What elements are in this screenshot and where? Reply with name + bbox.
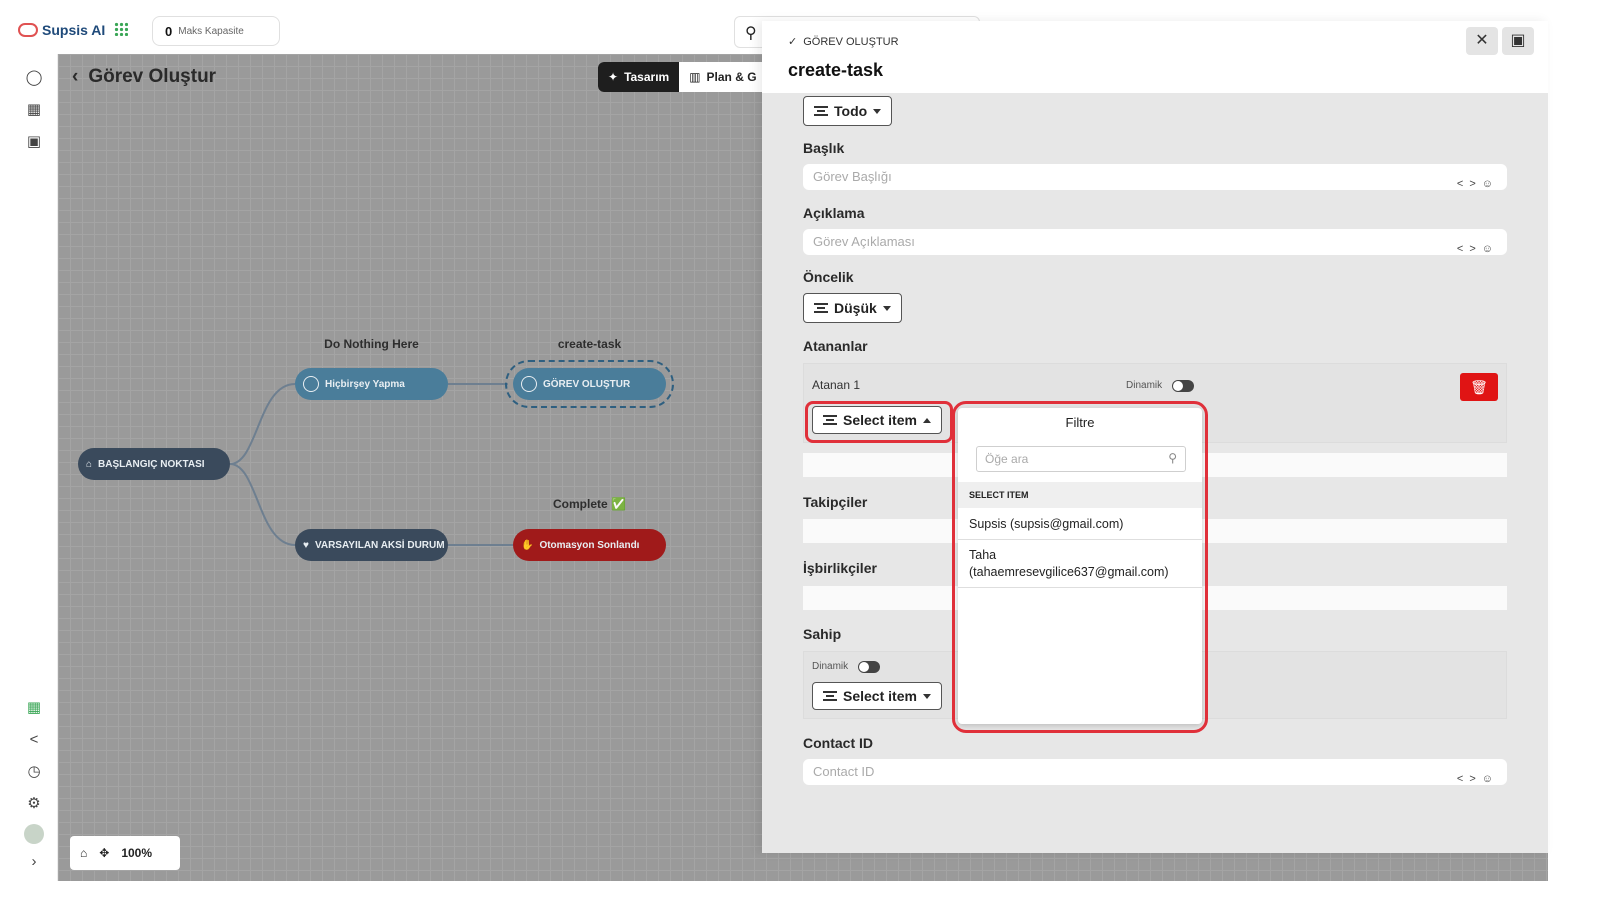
panel-subtitle-text: GÖREV OLUŞTUR — [803, 35, 899, 48]
node-caption-nothing: Do Nothing Here — [324, 337, 419, 351]
contact-id-input[interactable]: Contact ID <>☺ — [803, 759, 1507, 785]
user-avatar[interactable] — [24, 824, 44, 844]
highlight-select-item — [805, 401, 953, 443]
status-value: Todo — [834, 103, 868, 119]
apps-grid-icon[interactable] — [114, 22, 128, 36]
caret-down-icon — [882, 305, 891, 311]
collaborators-label: İşbirlikçiler — [803, 560, 877, 576]
delete-assignee-button[interactable]: 🗑 — [1460, 373, 1498, 401]
variable-emoji-icons[interactable]: <>☺ — [1457, 773, 1499, 785]
node-create-task[interactable]: GÖREV OLUŞTUR — [505, 360, 674, 408]
task-check-icon — [521, 376, 537, 392]
variable-emoji-icons[interactable]: <>☺ — [1457, 178, 1499, 190]
dynamic-toggle[interactable] — [1172, 380, 1194, 392]
node-start[interactable]: ⌂ BAŞLANGIÇ NOKTASI — [78, 448, 230, 480]
filter-lines-icon — [814, 303, 828, 313]
priority-value: Düşük — [834, 300, 877, 316]
filter-lines-icon — [823, 691, 837, 701]
clock-icon[interactable]: ◷ — [24, 762, 44, 782]
contact-id-label: Contact ID — [803, 735, 873, 751]
trash-icon: 🗑 — [1470, 379, 1488, 395]
expand-chevron-icon[interactable]: › — [24, 852, 44, 872]
node-start-label: BAŞLANGIÇ NOKTASI — [98, 458, 205, 470]
move-icon[interactable]: ✥ — [99, 846, 109, 860]
chat-icon[interactable]: ◯ — [24, 68, 44, 88]
search-icon: ⚲ — [745, 25, 757, 42]
wave-hand-icon: ✋ — [521, 539, 534, 551]
priority-label: Öncelik — [803, 269, 854, 285]
followers-label: Takipçiler — [803, 494, 868, 510]
close-button[interactable]: ✕ — [1466, 27, 1498, 55]
panel-header: ✓ GÖREV OLUŞTUR create-task ✕ ▣ — [762, 21, 1548, 93]
node-nothing[interactable]: Hiçbirşey Yapma — [295, 368, 448, 400]
owner-label: Sahip — [803, 626, 842, 642]
app-logo[interactable]: Supsis AI — [18, 22, 105, 38]
share-icon[interactable]: < — [24, 730, 44, 750]
dynamic-label: Dinamik — [1126, 380, 1163, 391]
node-nothing-label: Hiçbirşey Yapma — [325, 378, 405, 390]
caret-down-icon — [873, 108, 882, 114]
capacity-value: 0 — [165, 23, 173, 39]
capacity-indicator[interactable]: 0 Maks Kapasite — [152, 16, 280, 46]
node-caption-create: create-task — [557, 337, 622, 351]
filter-lines-icon — [814, 106, 828, 116]
title-input[interactable]: Görev Başlığı <>☺ — [803, 164, 1507, 190]
status-dropdown[interactable]: Todo — [803, 96, 893, 126]
assignee-1-label: Atanan 1 — [812, 378, 861, 392]
node-caption-ended: Complete ✅ — [553, 497, 626, 511]
settings-gear-icon[interactable]: ⚙ — [24, 794, 44, 814]
home-view-icon[interactable]: ⌂ — [80, 846, 87, 860]
owner-dynamic-toggle[interactable] — [858, 661, 880, 673]
assignees-label: Atananlar — [803, 338, 868, 354]
home-icon: ⌂ — [86, 458, 93, 470]
save-disk-icon: ▣ — [1510, 32, 1526, 49]
save-button[interactable]: ▣ — [1502, 27, 1534, 55]
logo-icon — [18, 23, 38, 37]
left-sidebar: ◯ ▦ ▣ ▦ < ◷ ⚙ › — [10, 54, 58, 881]
owner-select[interactable]: Select item — [812, 682, 942, 710]
diamond-icon — [303, 376, 319, 392]
description-label: Açıklama — [803, 205, 865, 221]
description-placeholder: Görev Açıklaması — [813, 234, 915, 249]
title-label: Başlık — [803, 140, 845, 156]
node-default-label: VARSAYILAN AKSİ DURUM — [314, 539, 445, 551]
flow-connections — [229, 383, 513, 546]
variable-emoji-icons[interactable]: <>☺ — [1457, 243, 1499, 255]
priority-dropdown[interactable]: Düşük — [803, 293, 902, 323]
heart-icon: ♥ — [303, 539, 309, 551]
owner-dynamic-label: Dinamik — [812, 661, 849, 672]
node-create-label: GÖREV OLUŞTUR — [543, 378, 631, 390]
task-check-icon: ✓ — [788, 36, 798, 48]
inbox-icon[interactable]: ▣ — [24, 132, 44, 152]
panel-subtitle: ✓ GÖREV OLUŞTUR — [788, 35, 899, 49]
node-ended[interactable]: ✋ Otomasyon Sonlandı — [513, 529, 666, 561]
contact-id-placeholder: Contact ID — [813, 764, 875, 779]
node-ended-label: Otomasyon Sonlandı — [539, 539, 640, 551]
brand-name: Supsis AI — [42, 22, 106, 38]
owner-select-value: Select item — [843, 688, 917, 704]
zoom-toolbar: ⌂ ✥ 100% — [70, 836, 180, 870]
zoom-level[interactable]: 100% — [121, 846, 152, 860]
contact-card-icon[interactable]: ▦ — [24, 100, 44, 120]
panel-title: create-task — [788, 60, 884, 80]
capacity-label: Maks Kapasite — [178, 25, 244, 37]
title-placeholder: Görev Başlığı — [813, 169, 892, 184]
node-default[interactable]: ♥ VARSAYILAN AKSİ DURUM — [295, 529, 448, 561]
caret-down-icon — [922, 693, 931, 699]
dashboard-grid-icon[interactable]: ▦ — [24, 698, 44, 718]
description-input[interactable]: Görev Açıklaması <>☺ — [803, 229, 1507, 255]
highlight-dropdown — [952, 401, 1208, 733]
close-icon: ✕ — [1475, 32, 1489, 49]
